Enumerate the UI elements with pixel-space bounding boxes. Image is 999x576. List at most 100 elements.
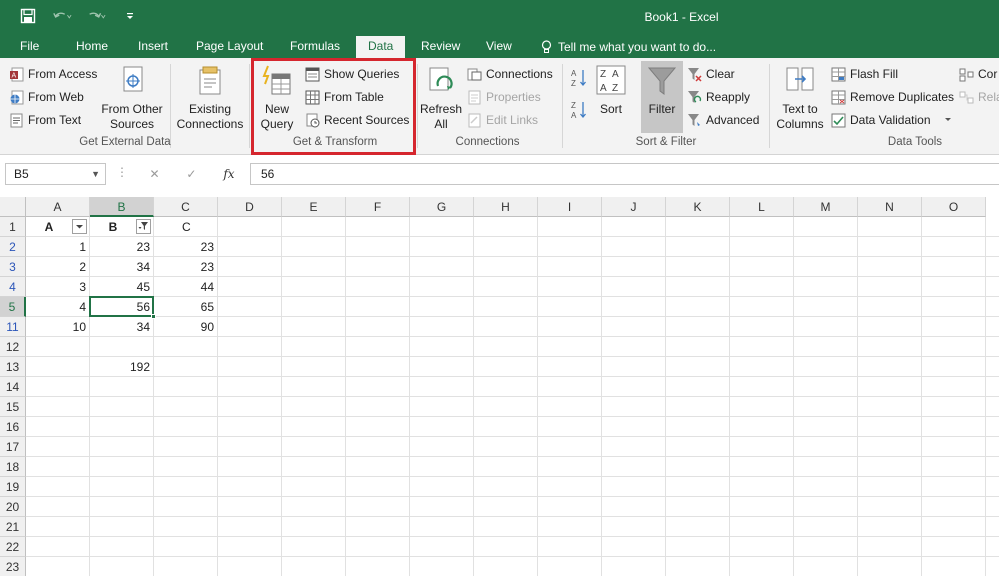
- row-header-22[interactable]: 22: [0, 537, 26, 557]
- column-header-j[interactable]: J: [602, 197, 666, 217]
- flash-fill-button[interactable]: Flash Fill: [831, 64, 898, 84]
- row-header-5[interactable]: 5: [0, 297, 26, 317]
- row-header-18[interactable]: 18: [0, 457, 26, 477]
- row-header-14[interactable]: 14: [0, 377, 26, 397]
- cell-c2[interactable]: 23: [154, 237, 218, 257]
- cell-b3[interactable]: 34: [90, 257, 154, 277]
- connections-button[interactable]: Connections: [467, 64, 553, 84]
- column-header-l[interactable]: L: [730, 197, 794, 217]
- formula-input[interactable]: 56: [250, 163, 999, 185]
- sort-a-to-z-button[interactable]: AZ: [571, 68, 587, 88]
- tab-view[interactable]: View: [486, 36, 512, 58]
- column-header-i[interactable]: I: [538, 197, 602, 217]
- tab-home[interactable]: Home: [76, 36, 108, 58]
- consolidate-button[interactable]: Cor: [959, 64, 997, 84]
- tell-me-box[interactable]: Tell me what you want to do...: [541, 36, 716, 58]
- row-header-23[interactable]: 23: [0, 557, 26, 576]
- column-header-c[interactable]: C: [154, 197, 218, 217]
- relationships-button[interactable]: Rela: [959, 87, 999, 107]
- row-header-16[interactable]: 16: [0, 417, 26, 437]
- row-header-15[interactable]: 15: [0, 397, 26, 417]
- tab-review[interactable]: Review: [421, 36, 460, 58]
- row-header-1[interactable]: 1: [0, 217, 26, 237]
- insert-function-icon[interactable]: fx: [223, 167, 234, 181]
- row-header-17[interactable]: 17: [0, 437, 26, 457]
- advanced-filter-button[interactable]: Advanced: [687, 110, 759, 130]
- fill-handle[interactable]: [151, 314, 156, 319]
- cell-c5[interactable]: 65: [154, 297, 218, 317]
- column-header-n[interactable]: N: [858, 197, 922, 217]
- active-cell-selection: [89, 296, 154, 317]
- column-header-d[interactable]: D: [218, 197, 282, 217]
- tab-data[interactable]: Data: [356, 36, 406, 58]
- svg-text:Z: Z: [571, 101, 576, 110]
- row-header-21[interactable]: 21: [0, 517, 26, 537]
- data-validation-button[interactable]: Data Validation: [831, 110, 953, 130]
- text-to-columns-icon: [786, 67, 814, 91]
- cell-b2[interactable]: 23: [90, 237, 154, 257]
- reapply-button[interactable]: Reapply: [687, 87, 750, 107]
- from-web-button[interactable]: From Web: [9, 87, 84, 107]
- column-header-o[interactable]: O: [922, 197, 986, 217]
- name-box[interactable]: B5 ▼: [5, 163, 106, 185]
- row-header-2[interactable]: 2: [0, 237, 26, 257]
- sort-button[interactable]: ZAAZ Sort: [594, 64, 628, 117]
- filter-button[interactable]: Filter: [641, 61, 683, 133]
- column-header-h[interactable]: H: [474, 197, 538, 217]
- cell-b13[interactable]: 192: [90, 357, 154, 377]
- enter-icon[interactable]: ✓: [186, 167, 196, 181]
- gridline: [26, 396, 999, 397]
- chevron-down-icon[interactable]: ▼: [91, 164, 100, 184]
- row-header-12[interactable]: 12: [0, 337, 26, 357]
- text-to-columns-button[interactable]: Text to Columns: [774, 64, 826, 132]
- cell-a5[interactable]: 4: [26, 297, 90, 317]
- cell-b11[interactable]: 34: [90, 317, 154, 337]
- edit-links-button[interactable]: Edit Links: [467, 110, 538, 130]
- clear-filter-button[interactable]: Clear: [687, 64, 735, 84]
- cell-a4[interactable]: 3: [26, 277, 90, 297]
- row-header-4[interactable]: 4: [0, 277, 26, 297]
- existing-connections-icon: [199, 66, 221, 95]
- access-icon: A: [10, 67, 24, 81]
- from-access-button[interactable]: A From Access: [9, 64, 97, 84]
- row-header-13[interactable]: 13: [0, 357, 26, 377]
- refresh-all-button[interactable]: Refresh All: [420, 64, 462, 132]
- remove-duplicates-button[interactable]: Remove Duplicates: [831, 87, 954, 107]
- tab-page-layout[interactable]: Page Layout: [196, 36, 263, 58]
- lightbulb-icon: [541, 40, 552, 53]
- tab-formulas[interactable]: Formulas: [290, 36, 340, 58]
- sort-ascending-icon: AZ: [571, 69, 586, 88]
- cell-a3[interactable]: 2: [26, 257, 90, 277]
- column-header-g[interactable]: G: [410, 197, 474, 217]
- row-header-19[interactable]: 19: [0, 477, 26, 497]
- cell-b4[interactable]: 45: [90, 277, 154, 297]
- existing-connections-button[interactable]: Existing Connections: [176, 64, 244, 132]
- column-header-f[interactable]: F: [346, 197, 410, 217]
- cell-c11[interactable]: 90: [154, 317, 218, 337]
- from-other-sources-button[interactable]: From Other Sources: [100, 64, 164, 132]
- from-text-button[interactable]: From Text: [9, 110, 81, 130]
- filter-dropdown-a[interactable]: [72, 219, 87, 234]
- worksheet-grid[interactable]: A B C D E F G H I J K L M N O 1 A B C 2 1 23 23 3 2 34 23 4 3 45 44 5 4 5…: [0, 197, 999, 576]
- cell-a2[interactable]: 1: [26, 237, 90, 257]
- sort-z-to-a-button[interactable]: ZA: [571, 100, 587, 120]
- formula-bar-grip[interactable]: ⋮: [116, 165, 128, 179]
- column-header-m[interactable]: M: [794, 197, 858, 217]
- row-header-20[interactable]: 20: [0, 497, 26, 517]
- row-header-11[interactable]: 11: [0, 317, 26, 337]
- properties-button[interactable]: Properties: [467, 87, 541, 107]
- cell-c4[interactable]: 44: [154, 277, 218, 297]
- select-all-corner[interactable]: [0, 197, 26, 217]
- row-header-3[interactable]: 3: [0, 257, 26, 277]
- cell-c1[interactable]: C: [154, 217, 218, 237]
- cell-a11[interactable]: 10: [26, 317, 90, 337]
- tab-insert[interactable]: Insert: [138, 36, 168, 58]
- column-header-a[interactable]: A: [26, 197, 90, 217]
- filter-dropdown-b[interactable]: [136, 219, 151, 234]
- cancel-icon[interactable]: ✕: [149, 167, 159, 181]
- tab-file[interactable]: File: [20, 36, 39, 58]
- cell-c3[interactable]: 23: [154, 257, 218, 277]
- column-header-e[interactable]: E: [282, 197, 346, 217]
- column-header-k[interactable]: K: [666, 197, 730, 217]
- column-header-b[interactable]: B: [90, 197, 154, 217]
